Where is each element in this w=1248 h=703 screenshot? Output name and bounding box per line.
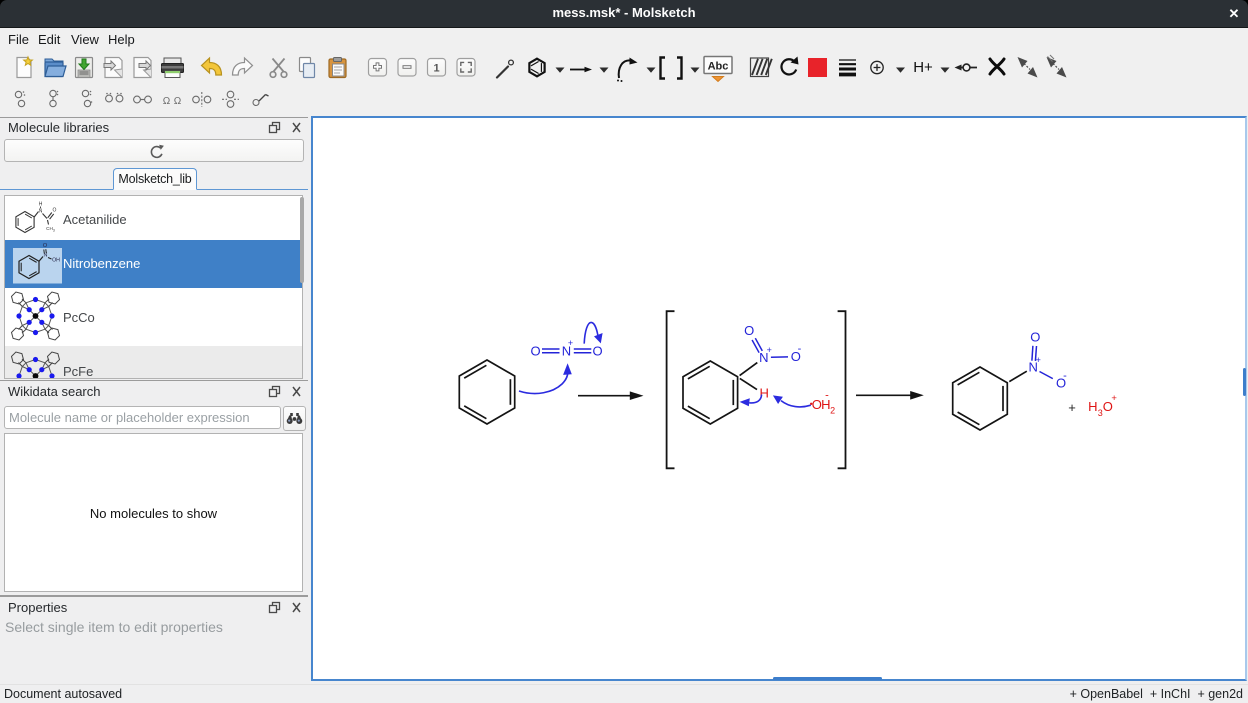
svg-text:+: + (1068, 400, 1076, 415)
svg-text:OH: OH (52, 258, 60, 264)
svg-text:+: + (767, 345, 772, 355)
svg-text:N: N (39, 209, 43, 215)
svg-text:O: O (530, 343, 540, 358)
svg-text:Ω: Ω (174, 96, 182, 107)
svg-text:-: - (1063, 370, 1067, 382)
svg-text:Abc: Abc (708, 61, 729, 73)
svg-text:O: O (592, 343, 602, 358)
svg-text:H: H (1088, 399, 1097, 414)
svg-text:2: 2 (830, 405, 835, 415)
svg-text:Ω: Ω (163, 96, 171, 107)
svg-text:+: + (568, 338, 573, 348)
svg-text:1: 1 (433, 63, 439, 75)
svg-text:O: O (43, 243, 48, 249)
svg-text:O: O (53, 208, 57, 214)
svg-text:O: O (744, 323, 754, 338)
svg-text:+: + (1111, 393, 1117, 404)
svg-text:3: 3 (53, 228, 55, 232)
svg-text:O: O (1030, 330, 1040, 345)
svg-text:CH: CH (46, 226, 53, 231)
svg-text:-: - (825, 389, 829, 401)
svg-text:H+: H+ (913, 59, 933, 76)
svg-text:-: - (798, 343, 802, 355)
